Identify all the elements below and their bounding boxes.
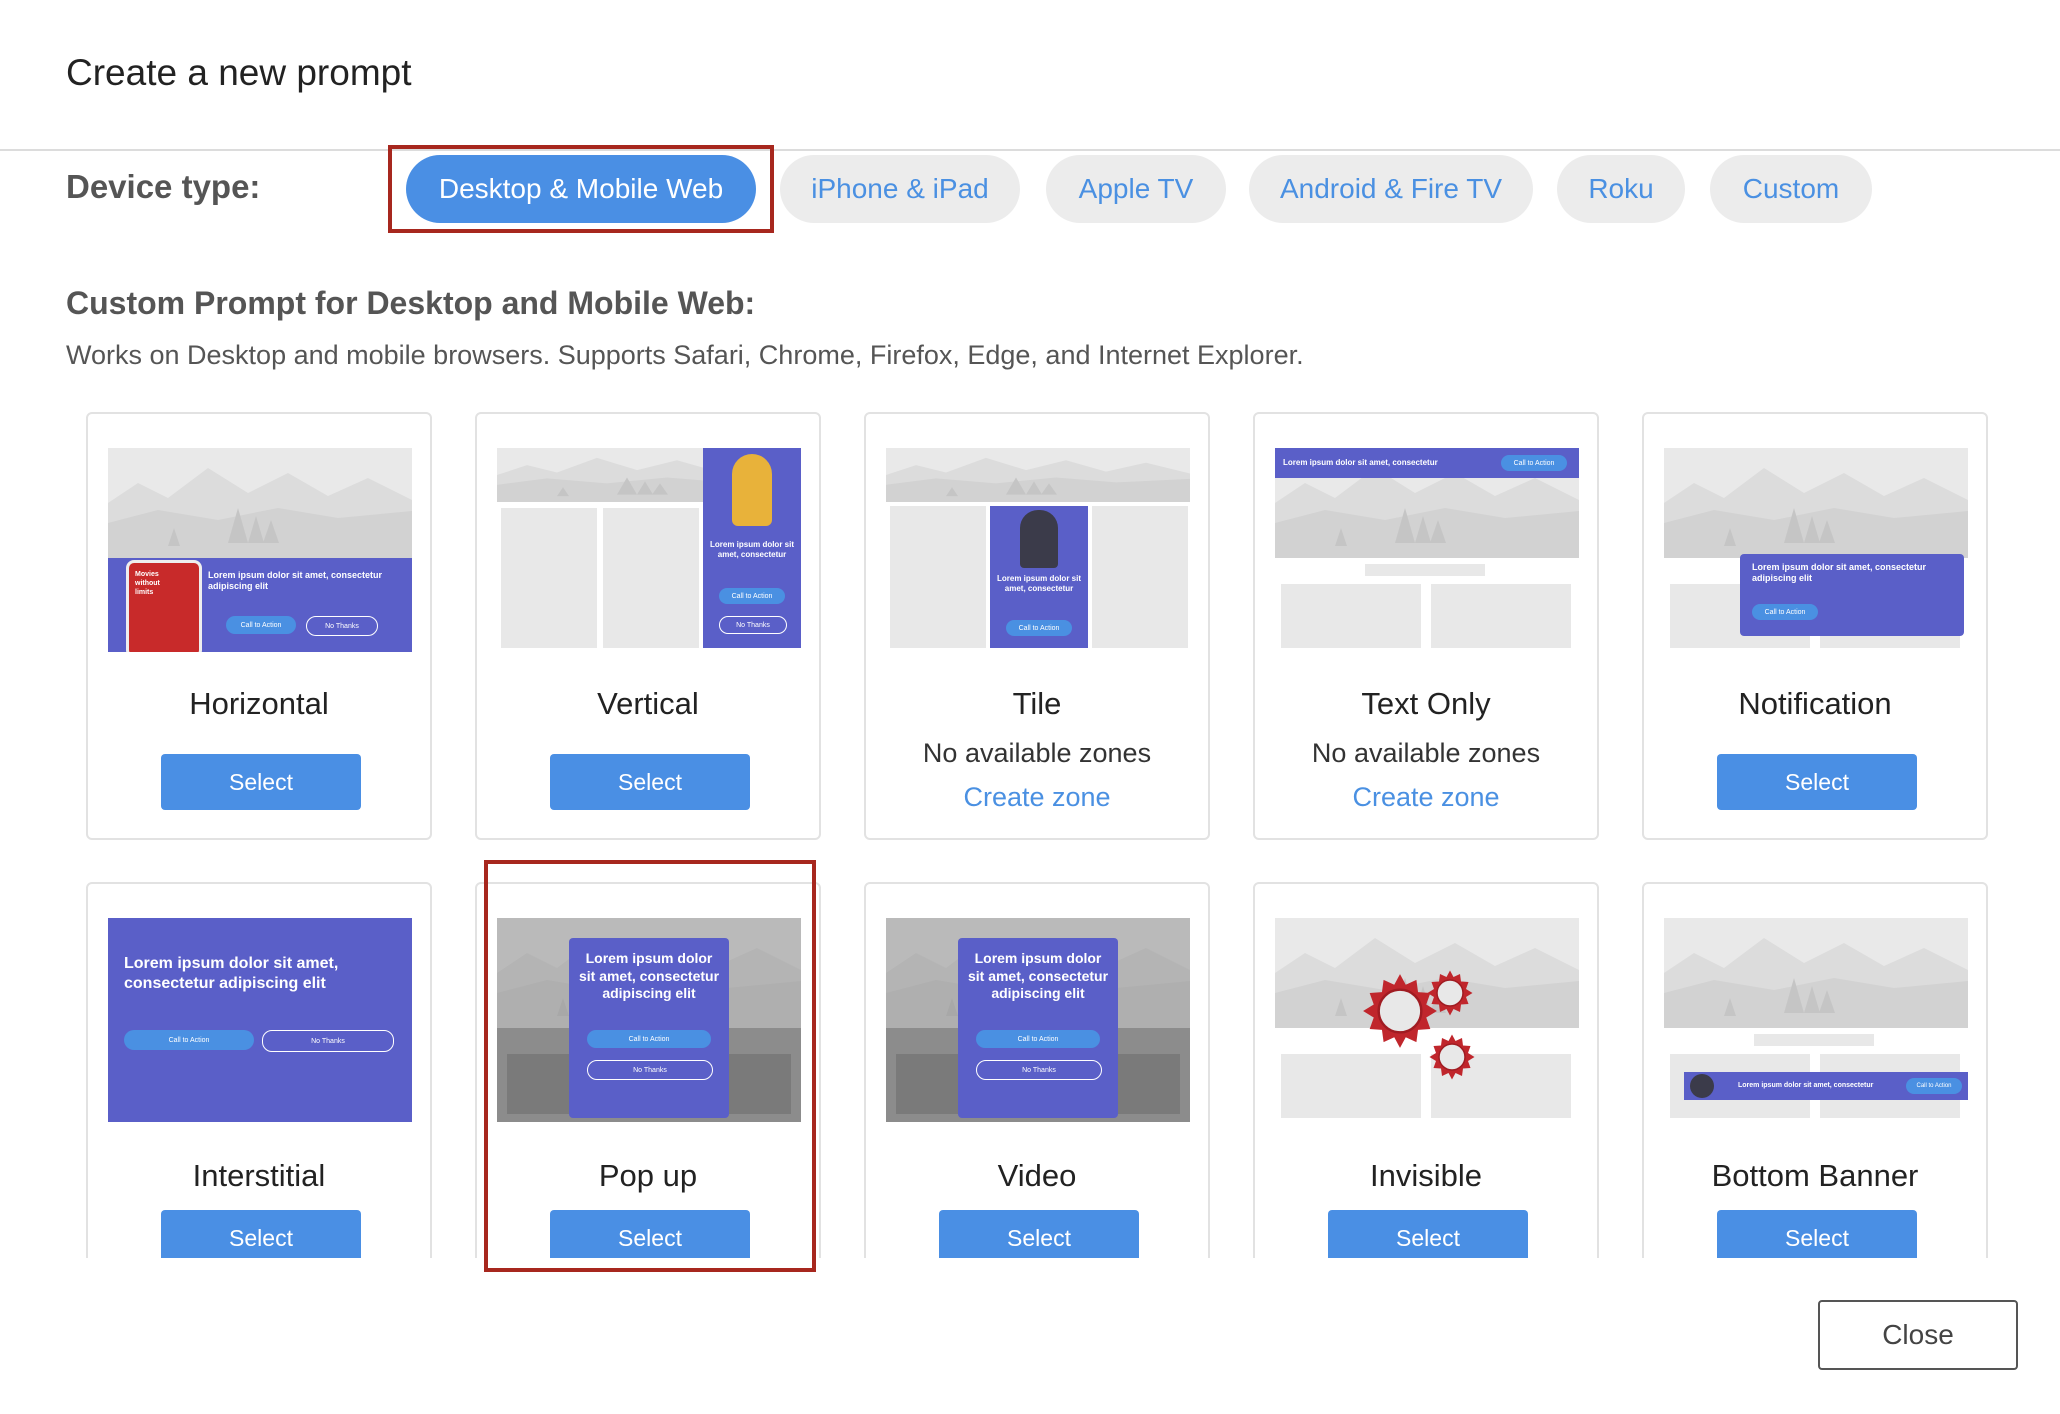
card-tile: Lorem ipsum dolor sit amet, consectetur … xyxy=(864,412,1210,840)
vertical-cta: Call to Action xyxy=(719,588,785,604)
video-preview: Lorem ipsum dolor sit amet, consectetur … xyxy=(886,918,1190,1122)
invisible-preview xyxy=(1275,918,1579,1122)
content-block xyxy=(1092,506,1188,648)
horizontal-cta: Call to Action xyxy=(226,616,296,634)
landscape-image xyxy=(1664,448,1968,558)
popup-cta: Call to Action xyxy=(587,1030,711,1048)
card-title: Horizontal xyxy=(189,686,329,721)
device-type-label: Device type: xyxy=(66,168,261,205)
gear-icon xyxy=(1425,968,1475,1018)
phone-text: Movies without limits xyxy=(135,571,160,596)
horizontal-preview: Movies without limits Lorem ipsum dolor … xyxy=(108,448,412,652)
select-video-button[interactable]: Select xyxy=(939,1210,1139,1258)
device-tab-android-fire-tv[interactable]: Android & Fire TV xyxy=(1249,155,1533,223)
card-text-only: Lorem ipsum dolor sit amet, consectetur … xyxy=(1253,412,1599,840)
card-notification: Lorem ipsum dolor sit amet, consectetur … xyxy=(1642,412,1988,840)
text-only-lorem: Lorem ipsum dolor sit amet, consectetur xyxy=(1283,458,1438,467)
content-block xyxy=(603,508,699,648)
select-notification-button[interactable]: Select xyxy=(1717,754,1917,810)
notification-cta: Call to Action xyxy=(1752,604,1818,620)
create-zone-link[interactable]: Create zone xyxy=(866,782,1208,813)
device-tab-roku[interactable]: Roku xyxy=(1557,155,1685,223)
landscape-image xyxy=(886,448,1190,502)
interstitial-lorem: Lorem ipsum dolor sit amet, consectetur … xyxy=(124,955,339,992)
card-interstitial: Lorem ipsum dolor sit amet, consectetur … xyxy=(86,882,432,1258)
text-only-cta: Call to Action xyxy=(1501,455,1567,471)
notification-lorem: Lorem ipsum dolor sit amet, consectetur … xyxy=(1752,562,1927,584)
content-line xyxy=(1754,1034,1874,1046)
vertical-preview: Lorem ipsum dolor sit amet, consectetur … xyxy=(497,448,801,652)
vertical-lorem: Lorem ipsum dolor sit amet, consectetur xyxy=(709,540,794,559)
content-block xyxy=(1431,584,1571,648)
person-illustration xyxy=(1020,510,1058,568)
vertical-no-thanks: No Thanks xyxy=(719,616,787,634)
content-block xyxy=(1281,584,1421,648)
create-zone-link[interactable]: Create zone xyxy=(1255,782,1597,813)
bottom-banner-lorem: Lorem ipsum dolor sit amet, consectetur xyxy=(1738,1082,1874,1089)
landscape-image xyxy=(1664,918,1968,1028)
horizontal-lorem: Lorem ipsum dolor sit amet, consectetur … xyxy=(208,570,383,592)
gear-icon xyxy=(1427,1032,1477,1082)
popup-preview: Lorem ipsum dolor sit amet, consectetur … xyxy=(497,918,801,1122)
no-zones-note: No available zones xyxy=(1311,738,1541,768)
landscape-image xyxy=(108,448,412,558)
horizontal-no-thanks: No Thanks xyxy=(306,616,378,636)
person-illustration xyxy=(732,454,772,526)
interstitial-cta: Call to Action xyxy=(124,1030,254,1050)
video-no-thanks: No Thanks xyxy=(976,1060,1102,1080)
card-title: Tile xyxy=(1012,686,1062,721)
text-only-preview: Lorem ipsum dolor sit amet, consectetur … xyxy=(1275,448,1579,652)
bottom-banner-cta: Call to Action xyxy=(1906,1078,1962,1094)
card-title: Interstitial xyxy=(192,1158,326,1193)
section-description: Works on Desktop and mobile browsers. Su… xyxy=(66,340,1304,370)
card-title: Vertical xyxy=(597,686,699,721)
card-popup: Lorem ipsum dolor sit amet, consectetur … xyxy=(475,882,821,1258)
card-invisible: Invisible Select xyxy=(1253,882,1599,1258)
card-video: Lorem ipsum dolor sit amet, consectetur … xyxy=(864,882,1210,1258)
header-divider xyxy=(0,149,2060,151)
no-zones-note: No available zones xyxy=(922,738,1152,768)
close-button[interactable]: Close xyxy=(1818,1300,2018,1370)
card-title: Invisible xyxy=(1370,1158,1482,1193)
device-tab-desktop-mobile-web[interactable]: Desktop & Mobile Web xyxy=(406,155,756,223)
device-tab-apple-tv[interactable]: Apple TV xyxy=(1046,155,1226,223)
select-bottom-banner-button[interactable]: Select xyxy=(1717,1210,1917,1258)
tile-cta: Call to Action xyxy=(1006,620,1072,636)
select-popup-button[interactable]: Select xyxy=(550,1210,750,1258)
bottom-banner-preview: Lorem ipsum dolor sit amet, consectetur … xyxy=(1664,918,1968,1122)
card-title: Pop up xyxy=(598,1158,698,1193)
notification-preview: Lorem ipsum dolor sit amet, consectetur … xyxy=(1664,448,1968,652)
person-illustration xyxy=(1690,1074,1714,1098)
section-heading: Custom Prompt for Desktop and Mobile Web… xyxy=(66,285,756,321)
popup-no-thanks: No Thanks xyxy=(587,1060,713,1080)
card-bottom-banner: Lorem ipsum dolor sit amet, consectetur … xyxy=(1642,882,1988,1258)
device-tab-custom[interactable]: Custom xyxy=(1710,155,1872,223)
prompt-type-grid: Movies without limits Lorem ipsum dolor … xyxy=(0,400,2060,1258)
tile-preview: Lorem ipsum dolor sit amet, consectetur … xyxy=(886,448,1190,652)
phone-illustration: Movies without limits xyxy=(126,560,202,652)
card-title: Notification xyxy=(1738,686,1892,721)
popup-lorem: Lorem ipsum dolor sit amet, consectetur … xyxy=(578,950,720,1001)
select-interstitial-button[interactable]: Select xyxy=(161,1210,361,1258)
content-block xyxy=(1281,1054,1421,1118)
select-vertical-button[interactable]: Select xyxy=(550,754,750,810)
video-lorem: Lorem ipsum dolor sit amet, consectetur … xyxy=(967,950,1109,1001)
content-block xyxy=(890,506,986,648)
card-horizontal: Movies without limits Lorem ipsum dolor … xyxy=(86,412,432,840)
card-title: Bottom Banner xyxy=(1711,1158,1919,1193)
content-line xyxy=(1365,564,1485,576)
page-title: Create a new prompt xyxy=(66,52,412,93)
video-cta: Call to Action xyxy=(976,1030,1100,1048)
select-invisible-button[interactable]: Select xyxy=(1328,1210,1528,1258)
device-tab-iphone-ipad[interactable]: iPhone & iPad xyxy=(780,155,1020,223)
content-block xyxy=(501,508,597,648)
interstitial-no-thanks: No Thanks xyxy=(262,1030,394,1052)
select-horizontal-button[interactable]: Select xyxy=(161,754,361,810)
interstitial-preview: Lorem ipsum dolor sit amet, consectetur … xyxy=(108,918,412,1122)
tile-lorem: Lorem ipsum dolor sit amet, consectetur xyxy=(996,574,1081,593)
card-vertical: Lorem ipsum dolor sit amet, consectetur … xyxy=(475,412,821,840)
card-title: Text Only xyxy=(1361,686,1491,721)
card-title: Video xyxy=(997,1158,1077,1193)
